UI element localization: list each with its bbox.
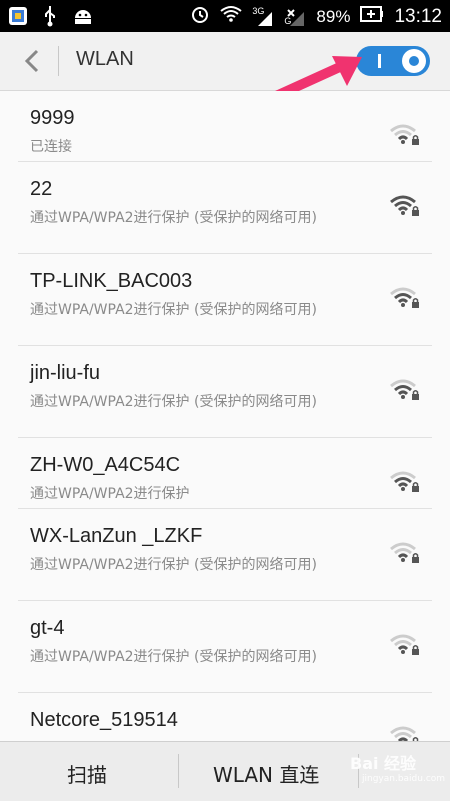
usb-icon bbox=[42, 5, 58, 31]
network-item[interactable]: gt-4 通过WPA/WPA2进行保护 (受保护的网络可用) bbox=[18, 601, 432, 693]
network-ssid: gt-4 bbox=[30, 617, 65, 639]
scan-button[interactable]: 扫描 bbox=[67, 759, 107, 788]
network-item[interactable]: TP-LINK_BAC003 通过WPA/WPA2进行保护 (受保护的网络可用) bbox=[18, 254, 432, 346]
toggle-on-mark bbox=[378, 54, 381, 68]
network-ssid: TP-LINK_BAC003 bbox=[30, 270, 193, 292]
wifi-lock-icon bbox=[388, 466, 422, 500]
wifi-lock-icon bbox=[388, 119, 422, 153]
android-icon bbox=[72, 6, 94, 30]
network-status: 已连接 bbox=[30, 139, 72, 155]
network-status: 通过WPA/WPA2进行保护 (受保护的网络可用) bbox=[30, 302, 317, 318]
back-icon[interactable] bbox=[18, 46, 48, 76]
network-status: 通过WPA/WPA2进行保护 (受保护的网络可用) bbox=[30, 649, 317, 665]
network-ssid: jin-liu-fu bbox=[30, 362, 101, 384]
alarm-icon bbox=[190, 4, 210, 29]
toggle-knob bbox=[402, 49, 426, 73]
baidu-watermark: Bai 经验 jingyan.baidu.com bbox=[350, 750, 446, 796]
network-item[interactable]: 9999 已连接 bbox=[18, 91, 432, 162]
wifi-status-icon bbox=[220, 5, 243, 28]
network-list: 9999 已连接 22 通过WPA/WPA2进行保护 (受保护的网络可用) TP-LIN… bbox=[0, 91, 450, 741]
divider bbox=[58, 46, 59, 76]
watermark-text: Bai 经验 bbox=[350, 754, 417, 773]
network-status: 通过WPA/WPA2进行保护 (受保护的网络可用) bbox=[30, 394, 317, 410]
status-time: 13:12 bbox=[394, 5, 442, 27]
wlan-direct-button[interactable]: WLAN 直连 bbox=[213, 759, 319, 788]
no-signal-icon: G bbox=[284, 6, 306, 28]
network-item[interactable]: Netcore_519514 bbox=[18, 693, 432, 741]
wifi-lock-icon bbox=[388, 537, 422, 571]
wifi-lock-icon bbox=[388, 629, 422, 663]
page-title: WLAN bbox=[76, 48, 134, 70]
watermark-url: jingyan.baidu.com bbox=[362, 774, 446, 784]
wifi-lock-icon bbox=[388, 190, 422, 224]
network-item[interactable]: ZH-W0_A4C54C 通过WPA/WPA2进行保护 bbox=[18, 438, 432, 509]
network-ssid: ZH-W0_A4C54C bbox=[30, 454, 181, 476]
network-ssid: WX-LanZun _LZKF bbox=[30, 525, 203, 547]
wifi-lock-icon bbox=[388, 721, 422, 741]
network-sub-label: G bbox=[284, 15, 292, 26]
network-status: 通过WPA/WPA2进行保护 (受保护的网络可用) bbox=[30, 210, 317, 226]
signal-icon: 3G bbox=[252, 6, 274, 28]
network-item[interactable]: WX-LanZun _LZKF 通过WPA/WPA2进行保护 (受保护的网络可用) bbox=[18, 509, 432, 601]
app-bar: WLAN bbox=[0, 32, 450, 91]
divider bbox=[178, 754, 179, 788]
network-item[interactable]: jin-liu-fu 通过WPA/WPA2进行保护 (受保护的网络可用) bbox=[18, 346, 432, 438]
bottom-action-bar: 扫描 WLAN 直连 Bai 经验 jingyan.baidu.com bbox=[0, 741, 450, 801]
network-status: 通过WPA/WPA2进行保护 (受保护的网络可用) bbox=[30, 557, 317, 573]
app-icon bbox=[8, 6, 28, 30]
network-status: 通过WPA/WPA2进行保护 bbox=[30, 486, 190, 502]
network-ssid: Netcore_519514 bbox=[30, 709, 178, 731]
network-item[interactable]: 22 通过WPA/WPA2进行保护 (受保护的网络可用) bbox=[18, 162, 432, 254]
battery-icon bbox=[360, 6, 384, 27]
wifi-lock-icon bbox=[388, 374, 422, 408]
battery-percent: 89% bbox=[316, 6, 351, 26]
network-ssid: 9999 bbox=[30, 107, 75, 129]
status-bar: 3G G 89% 13:12 bbox=[0, 0, 450, 32]
network-ssid: 22 bbox=[30, 178, 53, 200]
network-type-label: 3G bbox=[252, 5, 265, 16]
wifi-lock-icon bbox=[388, 282, 422, 316]
